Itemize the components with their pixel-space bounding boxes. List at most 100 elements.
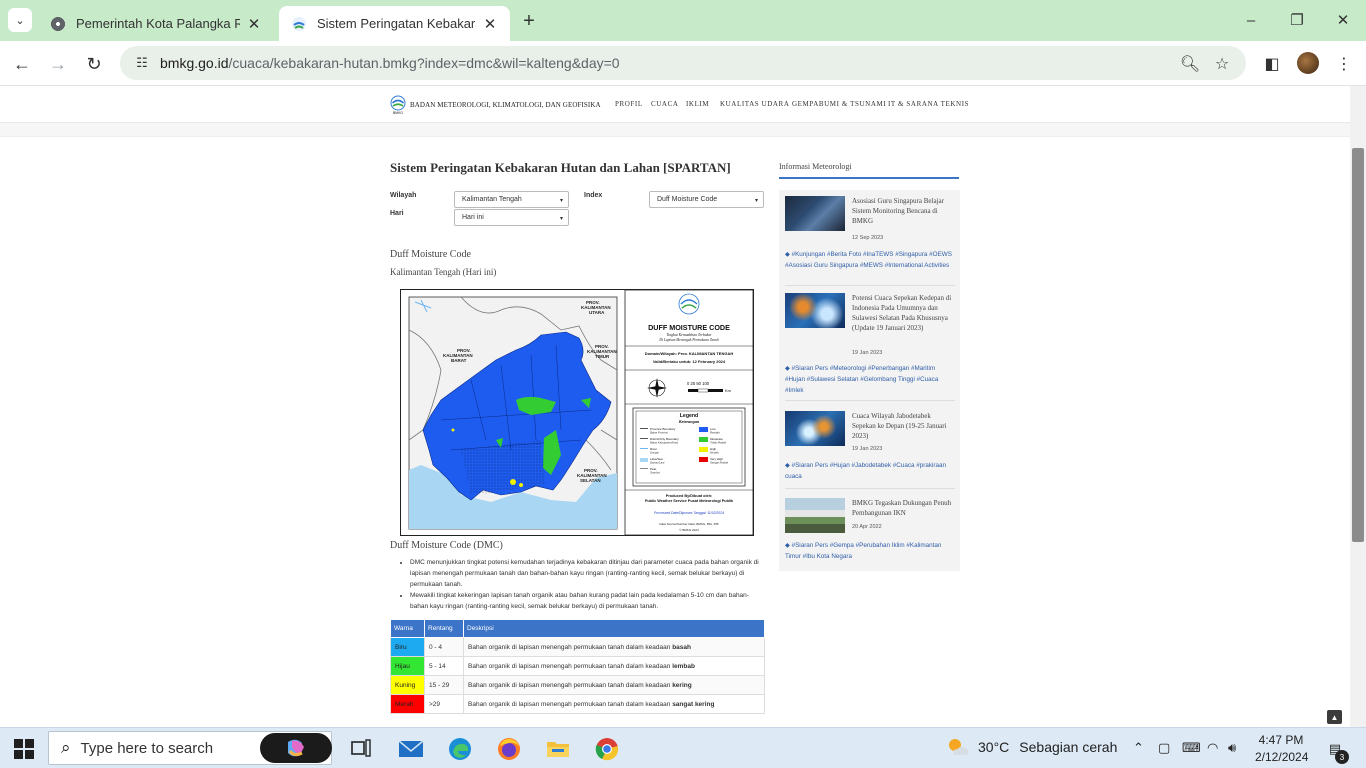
file-explorer-icon[interactable]	[545, 736, 571, 762]
map-subtitle1: Tingkat Kemudahan Terbakar	[666, 333, 712, 337]
map-title: DUFF MOISTURE CODE	[648, 323, 730, 332]
forward-button[interactable]: →	[44, 50, 72, 78]
news-date: 20 Apr 2022	[852, 524, 882, 530]
weather-widget[interactable]: 30°C Sebagian cerah	[946, 737, 1117, 757]
system-clock[interactable]: 4:47 PM 2/12/2024	[1255, 732, 1309, 766]
url-text[interactable]: bmkg.go.id/cuaca/kebakaran-hutan.bmkg?in…	[160, 55, 620, 71]
input-method-icon[interactable]: ⌨	[1182, 740, 1201, 756]
news-tags-text[interactable]: #Siaran Pers #Meteorologi #Penerbangan #…	[785, 365, 938, 394]
news-item[interactable]: Asosiasi Guru Singapura Belajar Sistem M…	[785, 196, 955, 286]
news-item[interactable]: Cuaca Wilayah Jabodetabek Sepekan ke Dep…	[785, 411, 955, 489]
meet-now-icon[interactable]: ▢	[1158, 740, 1170, 756]
close-icon[interactable]: ✕	[246, 16, 262, 33]
menu-iklim[interactable]: IKLIM	[686, 100, 709, 108]
back-button[interactable]: ←	[8, 50, 36, 78]
copilot-button[interactable]	[260, 733, 332, 763]
range-cell: 5 - 14	[424, 656, 464, 676]
globe-icon	[50, 15, 66, 32]
tab-search-button[interactable]: ⌄	[8, 8, 32, 32]
address-bar[interactable]: ☷ bmkg.go.id/cuaca/kebakaran-hutan.bmkg?…	[120, 46, 1246, 80]
logo-sub: BMKG	[393, 111, 404, 115]
header-divider	[0, 123, 1350, 137]
description-bold: basah	[672, 643, 691, 651]
profile-avatar[interactable]	[1297, 52, 1319, 74]
description-bold: lembab	[672, 662, 695, 670]
bookmark-star-icon[interactable]: ☆	[1208, 50, 1236, 78]
hari-select[interactable]: Hari ini ▾	[454, 209, 569, 226]
wilayah-select[interactable]: Kalimantan Tengah ▾	[454, 191, 569, 208]
reload-button[interactable]: ↻	[80, 50, 108, 78]
scrollbar-thumb[interactable]	[1352, 148, 1364, 542]
more-menu-icon[interactable]: ⋮	[1330, 50, 1358, 78]
caret-down-icon: ▾	[559, 216, 563, 222]
arrow-left-icon: ←	[13, 53, 31, 74]
news-title[interactable]: Potensi Cuaca Sepekan Kedepan di Indones…	[852, 293, 952, 333]
main-content: Sistem Peringatan Kebakaran Hutan dan La…	[390, 160, 766, 714]
mail-icon[interactable]	[398, 736, 424, 762]
volume-icon[interactable]: 🔊︎	[1228, 740, 1236, 756]
firefox-icon[interactable]	[496, 736, 522, 762]
menu-kualitas-udara[interactable]: KUALITAS UDARA	[720, 100, 789, 108]
description-text: Bahan organik di lapisan menengah permuk…	[468, 662, 671, 670]
news-thumbnail[interactable]	[785, 498, 845, 533]
news-tags[interactable]: ◆ #Siaran Pers #Meteorologi #Penerbangan…	[785, 363, 955, 396]
header-warna: Warna	[390, 619, 425, 638]
minimize-button[interactable]: –	[1228, 6, 1274, 34]
zoom-icon[interactable]: 🔍︎	[1176, 50, 1204, 78]
news-title[interactable]: Asosiasi Guru Singapura Belajar Sistem M…	[852, 196, 952, 226]
news-item[interactable]: Potensi Cuaca Sepekan Kedepan di Indones…	[785, 293, 955, 401]
close-window-button[interactable]: ✕	[1320, 6, 1366, 34]
news-thumbnail[interactable]	[785, 293, 845, 328]
credit-org: Public Weather Service Pusat Meteorologi…	[645, 499, 734, 503]
news-tags-text[interactable]: #Siaran Pers #Hujan #Jabodetabek #Cuaca …	[785, 462, 946, 480]
legend-item-sub: Sungai	[650, 451, 659, 455]
news-thumbnail[interactable]	[785, 196, 845, 231]
dmc-legend-table: Warna Rentang Deskripsi Biru 0 - 4 Bahan o…	[390, 619, 765, 714]
new-tab-button[interactable]: +	[517, 9, 541, 33]
news-tags[interactable]: ◆ #Kunjungan #Berita Foto #InaTEWS #Sing…	[785, 249, 955, 271]
clock-date: 2/12/2024	[1255, 750, 1309, 764]
legend-item-sub: Batas Kabupaten/Kota	[650, 441, 678, 445]
map-valid: Valid/Berlaku untuk: 12 February 2024	[653, 359, 726, 364]
close-icon[interactable]: ✕	[482, 16, 498, 33]
scroll-to-top-button[interactable]: ▲	[1327, 710, 1342, 724]
tab-pemerintah-kota[interactable]: Pemerintah Kota Palangka Raya ✕	[38, 6, 274, 41]
sidebar-title: Informasi Meteorologi	[779, 162, 959, 179]
news-thumbnail[interactable]	[785, 411, 845, 446]
restore-button[interactable]: ❐	[1274, 6, 1320, 34]
bmkg-logo[interactable]: BMKG BADAN METEOROLOGI, KLIMATOLOGI, DAN…	[390, 95, 601, 115]
weather-temp: 30°C	[978, 739, 1010, 755]
menu-profil[interactable]: PROFIL	[615, 100, 643, 108]
dmc-description-list: DMC menunjukkan tingkat potensi kemudaha…	[400, 557, 766, 612]
map-scale-unit: Km	[725, 388, 732, 393]
legend-item-sub: Gambut	[650, 471, 660, 475]
credit-copyright: © BMKG 2024	[679, 528, 699, 532]
news-title[interactable]: Cuaca Wilayah Jabodetabek Sepekan ke Dep…	[852, 411, 952, 441]
news-tags-text[interactable]: #Siaran Pers #Gempa #Perubahan Iklim #Ka…	[785, 542, 941, 560]
news-tags[interactable]: ◆ #Siaran Pers #Gempa #Perubahan Iklim #…	[785, 540, 955, 562]
header-rentang: Rentang	[424, 619, 464, 638]
dmc-bullet: DMC menunjukkan tingkat potensi kemudaha…	[410, 557, 766, 590]
menu-gempabumi[interactable]: GEMPABUMI & TSUNAMI	[792, 100, 886, 108]
table-header-row: Warna Rentang Deskripsi	[390, 619, 765, 638]
index-select[interactable]: Duff Moisture Code ▾	[649, 191, 764, 208]
news-item[interactable]: BMKG Tegaskan Dukungan Penuh Pembangunan…	[785, 498, 955, 568]
tab-sistem-peringatan[interactable]: Sistem Peringatan Kebakaran H ✕	[279, 6, 510, 41]
news-tags-text[interactable]: #Kunjungan #Berita Foto #InaTEWS #Singap…	[785, 251, 952, 269]
tab-title: Pemerintah Kota Palangka Raya	[76, 16, 240, 31]
windows-start-icon[interactable]	[14, 739, 34, 759]
side-panel-icon[interactable]: ◧	[1258, 50, 1286, 78]
edge-icon[interactable]	[447, 736, 473, 762]
browser-title-bar: ⌄ Pemerintah Kota Palangka Raya ✕ Sistem…	[0, 0, 1366, 41]
menu-it-sarana[interactable]: IT & SARANA TEKNIS	[888, 100, 969, 108]
news-title[interactable]: BMKG Tegaskan Dukungan Penuh Pembangunan…	[852, 498, 952, 518]
menu-cuaca[interactable]: CUACA	[651, 100, 679, 108]
chevron-up-icon[interactable]: ⌃	[1133, 740, 1144, 756]
site-info-icon[interactable]: ☷	[132, 53, 152, 73]
hari-value: Hari ini	[462, 214, 484, 221]
description-text: Bahan organik di lapisan menengah permuk…	[468, 681, 671, 689]
news-tags[interactable]: ◆ #Siaran Pers #Hujan #Jabodetabek #Cuac…	[785, 460, 955, 482]
chrome-icon[interactable]	[594, 736, 620, 762]
task-view-icon[interactable]	[348, 736, 374, 762]
wifi-icon[interactable]: ◠	[1207, 740, 1218, 756]
